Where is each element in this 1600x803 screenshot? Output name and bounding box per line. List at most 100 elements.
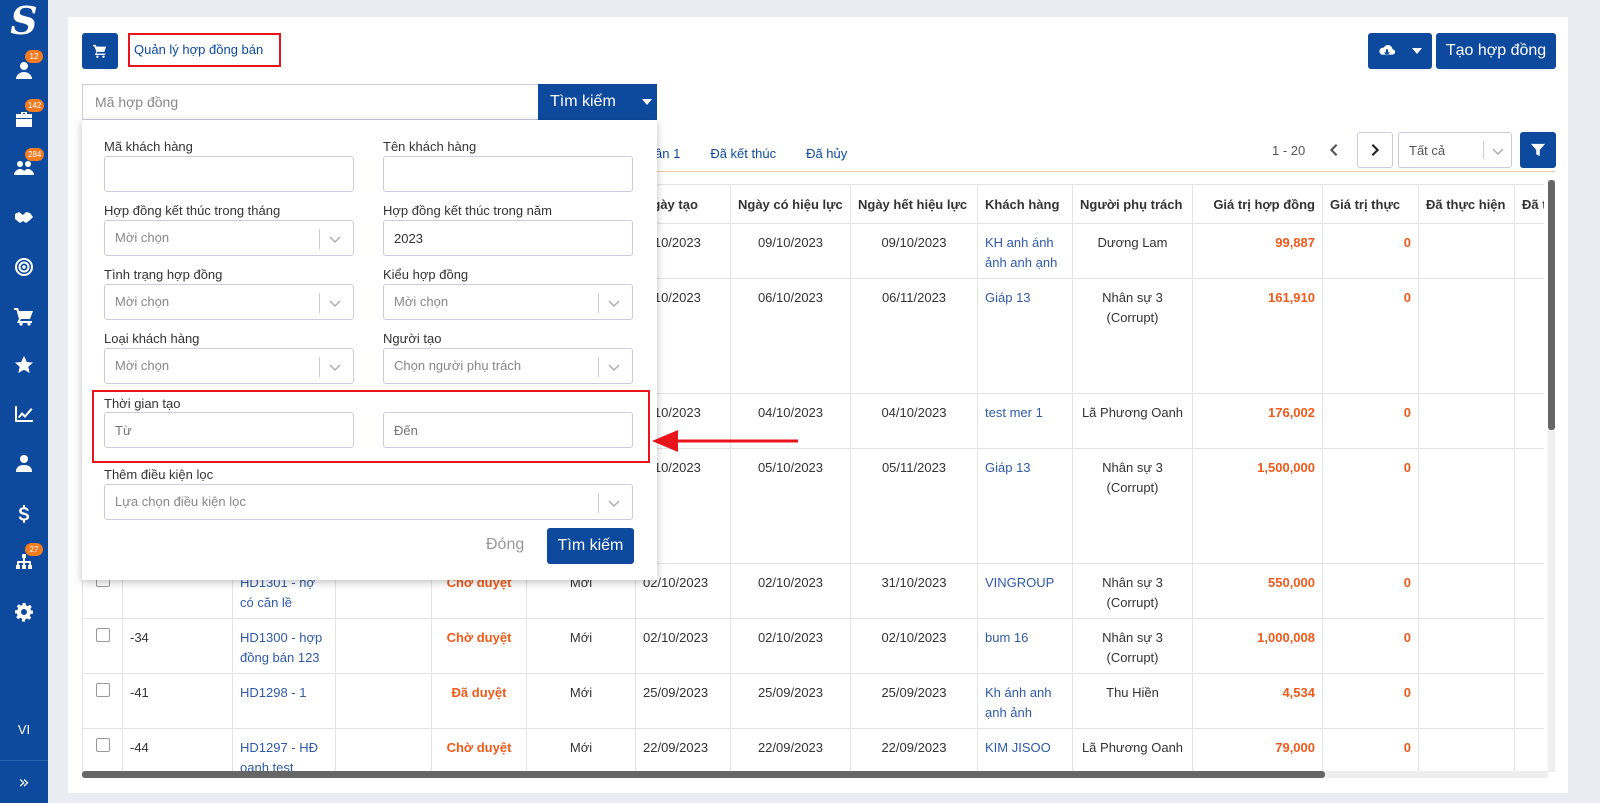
tab-finished[interactable]: Đã kết thúc xyxy=(710,146,776,161)
prev-page-button[interactable] xyxy=(1316,132,1352,168)
next-page-button[interactable] xyxy=(1357,132,1393,168)
app-logo[interactable]: S xyxy=(2,0,46,44)
extra-value xyxy=(1514,728,1544,772)
contract-code-link[interactable]: HD1297 - HĐ oanh test xyxy=(232,728,336,772)
horizontal-scrollbar[interactable] xyxy=(82,771,1548,778)
contract-type-value: Mời chọn xyxy=(394,294,449,309)
apply-search-button[interactable]: Tìm kiếm xyxy=(547,528,634,564)
download-button[interactable] xyxy=(1368,33,1432,69)
sidebar-item-briefcase[interactable]: 142 xyxy=(0,99,48,137)
customer-name-input[interactable] xyxy=(383,156,633,192)
customer-code-input[interactable] xyxy=(104,156,354,192)
per-page-select[interactable]: Tất cả xyxy=(1398,132,1512,168)
search-button[interactable]: Tìm kiếm xyxy=(538,84,657,120)
customer-link[interactable]: Giáp 13 xyxy=(977,278,1073,394)
sidebar-item-handshake[interactable] xyxy=(0,200,48,236)
customer-link[interactable]: KH anh ánh ảnh anh ạnh xyxy=(977,223,1073,279)
more-filter-select[interactable]: Lựa chọn điều kiện lọc xyxy=(104,484,633,520)
contract-code-link[interactable]: HD1300 - hợp đồng bán 123 xyxy=(232,618,336,674)
column-header[interactable]: Đã t xyxy=(1514,184,1544,224)
row-checkbox[interactable] xyxy=(95,738,110,752)
org-chart-icon xyxy=(16,554,32,569)
contract-value: 161,910 xyxy=(1192,278,1323,394)
briefcase-icon xyxy=(16,112,32,127)
end-month-value: Mời chọn xyxy=(115,230,170,245)
done-value xyxy=(1418,563,1515,619)
contract-value: 1,000,008 xyxy=(1192,618,1323,674)
language-switch[interactable]: VI xyxy=(0,722,48,737)
more-filter-value: Lựa chọn điều kiện lọc xyxy=(115,494,246,509)
column-header[interactable]: Ngày hết hiệu lực xyxy=(850,184,978,224)
extra-value xyxy=(1514,393,1544,449)
search-input[interactable] xyxy=(82,84,538,120)
row-id: -34 xyxy=(122,618,233,674)
sidebar-item-cart[interactable] xyxy=(0,298,48,334)
users-icon xyxy=(14,161,34,175)
chevron-down-icon xyxy=(329,236,341,243)
status-tabs: ần 1 Đã kết thúc Đã hủy xyxy=(655,146,877,161)
expiry-date: 06/11/2023 xyxy=(850,278,978,394)
breadcrumb[interactable]: Quản lý hợp đồng bán xyxy=(128,33,281,67)
close-button[interactable]: Đóng xyxy=(486,536,524,554)
customer-link[interactable]: Giáp 13 xyxy=(977,448,1073,564)
empty-cell xyxy=(335,618,432,674)
extra-value xyxy=(1514,563,1544,619)
chevron-down-icon xyxy=(608,500,620,507)
tab-divider xyxy=(655,171,1555,172)
column-header[interactable]: Giá trị thực xyxy=(1322,184,1419,224)
tab-partial[interactable]: ần 1 xyxy=(655,146,680,161)
sidebar-item-dollar[interactable] xyxy=(0,496,48,532)
contract-type-select[interactable]: Mời chọn xyxy=(383,284,633,320)
sidebar-item-chart-line[interactable] xyxy=(0,396,48,432)
column-header[interactable]: Khách hàng xyxy=(977,184,1073,224)
effective-date: 09/10/2023 xyxy=(730,223,851,279)
sidebar-item-user[interactable]: 12 xyxy=(0,50,48,88)
double-chevron-right-icon[interactable]: » xyxy=(0,760,48,803)
contract-kind: Mới xyxy=(526,618,636,674)
row-checkbox[interactable] xyxy=(95,628,110,642)
table-row[interactable]: -44 HD1297 - HĐ oanh test Chờ duyệt Mới 22/0… xyxy=(82,728,1544,772)
vertical-scrollbar[interactable] xyxy=(1548,180,1555,772)
status-badge: Chờ duyệt xyxy=(431,728,527,772)
table-row[interactable]: -34 HD1300 - hợp đồng bán 123 Chờ duyệt Mới… xyxy=(82,618,1544,674)
cloud-download-icon xyxy=(1379,44,1396,56)
actual-value: 0 xyxy=(1322,448,1419,564)
sidebar-item-gear[interactable] xyxy=(0,594,48,630)
tab-cancelled[interactable]: Đã hủy xyxy=(806,146,847,161)
end-month-select[interactable]: Mời chọn xyxy=(104,220,354,256)
contract-status-select[interactable]: Mời chọn xyxy=(104,284,354,320)
customer-link[interactable]: KIM JISOO xyxy=(977,728,1073,772)
sidebar-item-person[interactable] xyxy=(0,445,48,481)
filter-button[interactable] xyxy=(1520,132,1556,168)
create-contract-button[interactable]: Tạo hợp đồng xyxy=(1436,33,1556,69)
sidebar-item-users[interactable]: 284 xyxy=(0,148,48,186)
customer-link[interactable]: bum 16 xyxy=(977,618,1073,674)
contract-code-link[interactable]: HD1298 - 1 xyxy=(232,673,336,729)
extra-value xyxy=(1514,223,1544,279)
owner: Thu Hiền xyxy=(1072,673,1193,729)
end-year-label: Hợp đồng kết thúc trong năm xyxy=(383,203,552,218)
table-row[interactable]: -41 HD1298 - 1 Đã duyệt Mới 25/09/2023 25/09/… xyxy=(82,673,1544,729)
creator-select[interactable]: Chọn người phụ trách xyxy=(383,348,633,384)
customer-link[interactable]: Kh ánh anh ạnh ảnh xyxy=(977,673,1073,729)
notification-badge: 284 xyxy=(25,148,45,161)
sidebar-item-star[interactable] xyxy=(0,347,48,383)
customer-link[interactable]: VINGROUP xyxy=(977,563,1073,619)
column-header[interactable]: Giá trị hợp đồng xyxy=(1192,184,1323,224)
cart-icon-button[interactable] xyxy=(82,33,118,69)
effective-date: 02/10/2023 xyxy=(730,563,851,619)
customer-type-value: Mời chọn xyxy=(115,358,170,373)
end-year-input[interactable] xyxy=(383,220,633,256)
column-header[interactable]: Người phụ trách xyxy=(1072,184,1193,224)
customer-link[interactable]: test mer 1 xyxy=(977,393,1073,449)
sidebar-item-target[interactable] xyxy=(0,249,48,285)
column-header[interactable]: Ngày có hiệu lực xyxy=(730,184,851,224)
row-checkbox[interactable] xyxy=(95,683,110,697)
column-header[interactable]: Đã thực hiện xyxy=(1418,184,1515,224)
creator-label: Người tạo xyxy=(383,331,442,346)
chevron-down-icon[interactable] xyxy=(641,99,652,105)
sidebar-item-org-chart[interactable]: 27 xyxy=(0,543,48,581)
chevron-left-icon xyxy=(1329,144,1338,156)
contract-type-label: Kiểu hợp đồng xyxy=(383,267,469,282)
customer-type-select[interactable]: Mời chọn xyxy=(104,348,354,384)
